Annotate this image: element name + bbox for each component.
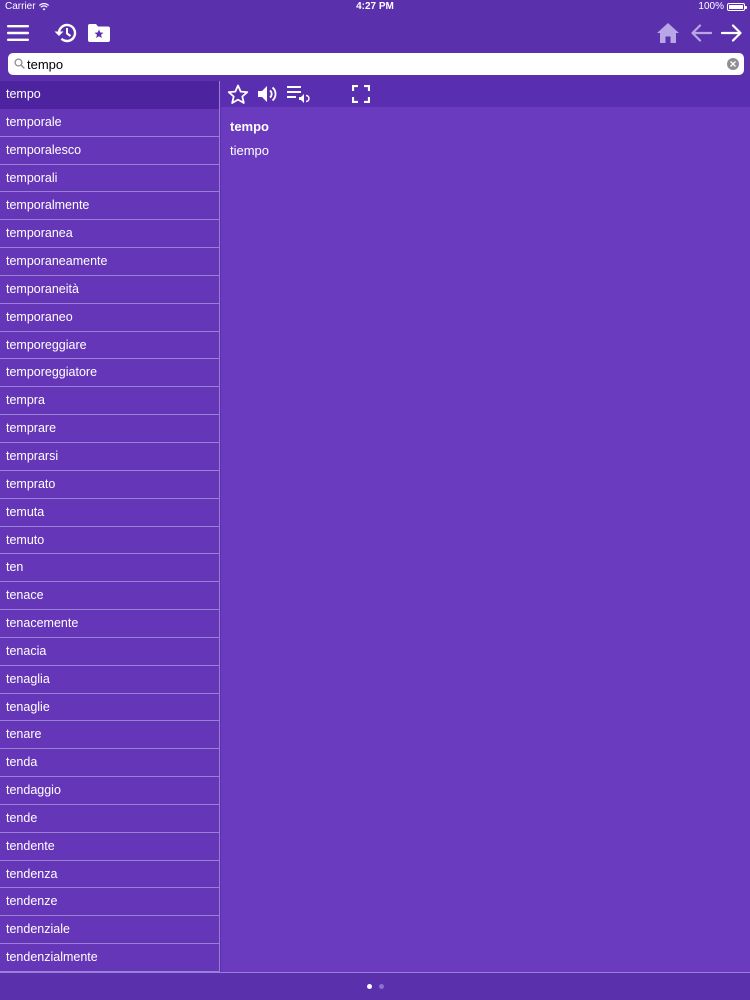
star-icon xyxy=(227,84,249,104)
word-list-item[interactable]: tendenze xyxy=(0,888,219,917)
home-button[interactable] xyxy=(653,18,683,48)
page-indicator[interactable] xyxy=(0,984,750,989)
speaker-icon xyxy=(258,86,277,102)
page-dot[interactable] xyxy=(366,984,372,989)
menu-button[interactable] xyxy=(3,18,33,48)
word-list-item[interactable]: temporanea xyxy=(0,220,219,249)
word-list-item[interactable]: ten xyxy=(0,554,219,583)
word-list-item[interactable]: temporale xyxy=(0,109,219,137)
word-list-item[interactable]: temporalmente xyxy=(0,192,219,221)
word-list-item[interactable]: tendenza xyxy=(0,861,219,889)
word-list-item[interactable]: temprato xyxy=(0,471,219,499)
entry-headword: tempo xyxy=(230,119,269,134)
word-list-item[interactable]: tempra xyxy=(0,387,219,416)
word-list-item[interactable]: temporaneità xyxy=(0,276,219,304)
word-list-item[interactable]: temprare xyxy=(0,415,219,443)
word-list-item[interactable]: tendaggio xyxy=(0,777,219,805)
fullscreen-button[interactable] xyxy=(349,83,373,105)
favorites-folder-icon xyxy=(88,24,110,42)
forward-button[interactable] xyxy=(717,18,747,48)
fullscreen-icon xyxy=(352,85,370,103)
search-icon xyxy=(14,58,25,69)
read-aloud-button[interactable] xyxy=(287,83,311,105)
status-time: 4:27 PM xyxy=(356,1,394,12)
word-list-item[interactable]: temporalesco xyxy=(0,137,219,165)
search-bar xyxy=(8,53,744,75)
word-list-item[interactable]: temporeggiatore xyxy=(0,359,219,388)
word-list-item[interactable]: tenare xyxy=(0,721,219,750)
word-list-item[interactable]: tenacia xyxy=(0,638,219,666)
word-list-item[interactable]: temporaneo xyxy=(0,304,219,332)
close-icon xyxy=(730,61,736,67)
history-icon xyxy=(54,23,77,43)
word-list-item[interactable]: tenace xyxy=(0,582,219,611)
back-arrow-icon xyxy=(691,24,712,42)
home-icon xyxy=(657,23,679,43)
word-list-item[interactable]: tenaglia xyxy=(0,666,219,694)
forward-arrow-icon xyxy=(721,24,742,42)
clear-search-button[interactable] xyxy=(727,58,739,70)
word-list-item[interactable]: tenacemente xyxy=(0,610,219,638)
menu-icon xyxy=(7,25,29,41)
word-list-item[interactable]: tenda xyxy=(0,749,219,778)
favorite-toggle-button[interactable] xyxy=(226,83,250,105)
battery-percent: 100% xyxy=(698,1,724,12)
pronounce-button[interactable] xyxy=(256,83,280,105)
detail-pane: tempo tiempo xyxy=(221,81,750,972)
bottom-bar xyxy=(0,972,750,1000)
history-button[interactable] xyxy=(51,18,81,48)
page-dot[interactable] xyxy=(378,984,384,989)
word-list-item[interactable]: temuta xyxy=(0,499,219,527)
back-button[interactable] xyxy=(686,18,716,48)
word-list-item[interactable]: tende xyxy=(0,805,219,833)
word-list-item[interactable]: tendenziale xyxy=(0,916,219,945)
search-input[interactable] xyxy=(27,53,717,75)
word-list-item[interactable]: temprarsi xyxy=(0,443,219,471)
status-bar: Carrier 4:27 PM 100% xyxy=(0,0,750,14)
word-list-item[interactable]: temuto xyxy=(0,527,219,555)
word-list-item[interactable]: tempo xyxy=(0,81,219,109)
playlist-speaker-icon xyxy=(287,86,310,103)
word-list-item[interactable]: tenaglie xyxy=(0,694,219,722)
word-list-item[interactable]: tendente xyxy=(0,833,219,861)
battery-icon xyxy=(727,3,747,11)
word-list: tempo temporale temporalesco temporali tempo… xyxy=(0,81,220,972)
word-list-item[interactable]: temporali xyxy=(0,165,219,193)
entry-translation: tiempo xyxy=(230,143,270,158)
word-list-item[interactable]: temporeggiare xyxy=(0,332,219,360)
top-toolbar xyxy=(0,14,750,52)
detail-toolbar xyxy=(221,81,750,107)
word-list-item[interactable]: temporaneamente xyxy=(0,248,219,276)
favorites-button[interactable] xyxy=(84,18,114,48)
word-list-item[interactable]: tendenzialmente xyxy=(0,944,219,972)
